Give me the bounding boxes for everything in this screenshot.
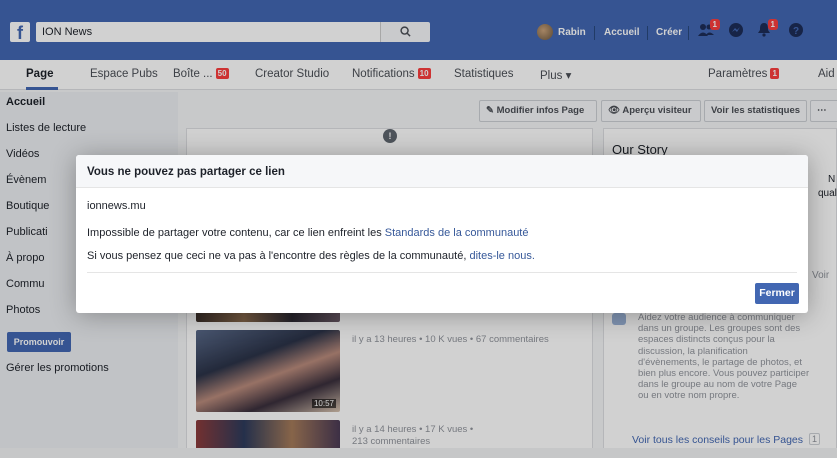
community-standards-link[interactable]: Standards de la communauté (385, 227, 529, 239)
report-feedback-link[interactable]: dites-le nous. (469, 250, 534, 262)
close-button[interactable]: Fermer (755, 283, 799, 304)
share-blocked-dialog: Vous ne pouvez pas partager ce lien ionn… (76, 155, 808, 313)
dialog-appeal-message: Si vous pensez que ceci ne va pas à l'en… (87, 250, 535, 262)
dialog-message: Impossible de partager votre contenu, ca… (87, 227, 528, 239)
dialog-appeal-text: Si vous pensez que ceci ne va pas à l'en… (87, 250, 470, 262)
dialog-header: Vous ne pouvez pas partager ce lien (76, 155, 808, 188)
dialog-divider (87, 272, 797, 273)
dialog-title: Vous ne pouvez pas partager ce lien (87, 166, 285, 178)
blocked-domain: ionnews.mu (87, 200, 146, 212)
dialog-message-text: Impossible de partager votre contenu, ca… (87, 227, 385, 239)
